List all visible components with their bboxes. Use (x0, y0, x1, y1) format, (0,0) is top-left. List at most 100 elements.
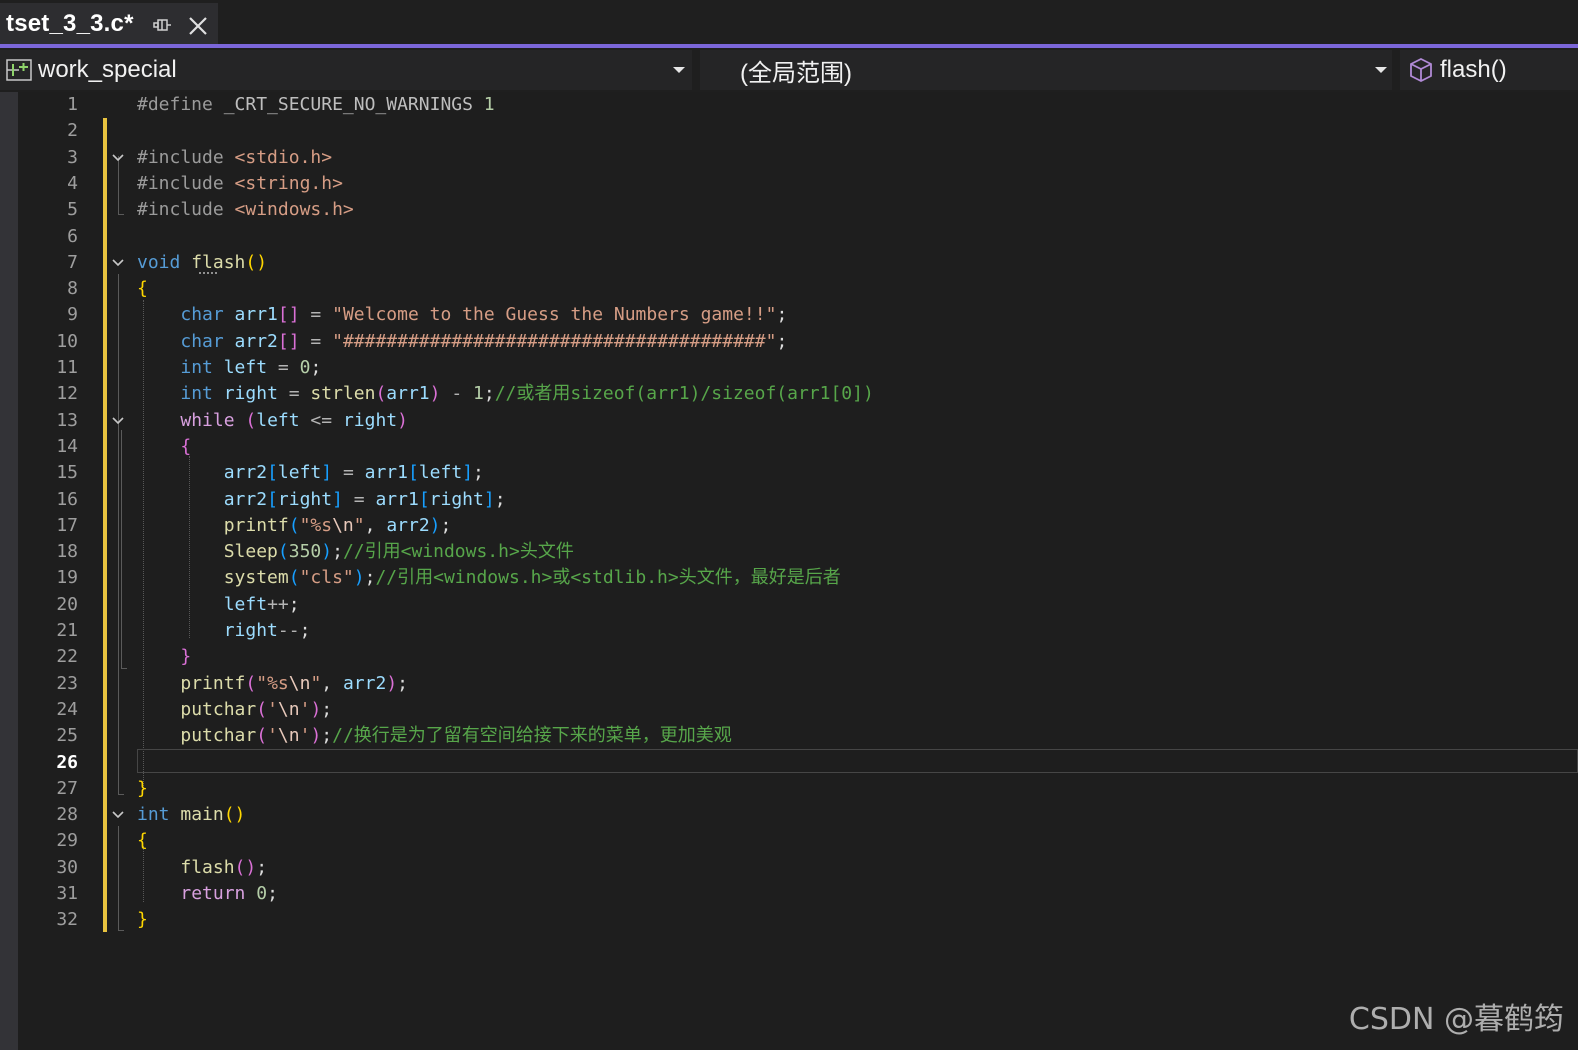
code-line[interactable]: arr2[left] = arr1[left]; (137, 460, 484, 486)
code-token: [] (277, 330, 300, 352)
code-token: ( (245, 672, 257, 694)
code-token: } (137, 909, 148, 931)
code-token: , (364, 514, 387, 536)
code-editor[interactable]: 1 2 3 4 5 6 7 8 9 10 11 12 13 14 15 16 17 18 19 20 21 22 23 24 2… (0, 92, 1578, 1050)
code-line[interactable]: arr2[right] = arr1[right]; (137, 487, 506, 513)
project-dropdown[interactable]: work_special (0, 50, 692, 90)
code-token: ) (310, 698, 322, 720)
code-token: right (223, 383, 278, 405)
code-line[interactable]: { (137, 434, 191, 460)
chevron-down-icon (673, 67, 685, 73)
code-line[interactable]: char arr2[] = "#########################… (137, 329, 787, 355)
code-token: () (223, 804, 246, 826)
code-token: <= (299, 409, 343, 431)
code-token: printf (180, 672, 246, 694)
navigation-bar: work_special (全局范围) flash() (0, 48, 1578, 92)
code-token: \n (288, 672, 311, 694)
code-line[interactable]: return 0; (137, 881, 278, 907)
member-dropdown[interactable]: flash() (1400, 50, 1578, 90)
code-token: ) (321, 541, 333, 563)
code-token: <string.h> (234, 172, 343, 194)
code-line[interactable]: } (137, 644, 191, 670)
scope-dropdown[interactable]: (全局范围) (700, 50, 1392, 90)
line-number: 13 (56, 409, 78, 431)
code-line[interactable]: printf("%s\n", arr2); (137, 671, 408, 697)
code-token: #define (137, 94, 224, 115)
code-token: _CRT_SECURE_NO_WARNINGS (223, 94, 473, 115)
code-token: ( (256, 698, 268, 720)
code-token: 350 (288, 541, 322, 563)
line-number: 15 (56, 462, 78, 484)
chevron-down-icon (1375, 67, 1387, 73)
code-line[interactable]: system("cls");//引用<windows.h>或<stdlib.h>… (137, 565, 841, 591)
line-number: 27 (56, 777, 78, 799)
code-line[interactable]: Sleep(350);//引用<windows.h>头文件 (137, 539, 574, 565)
code-line[interactable]: #include <windows.h> (137, 197, 354, 223)
code-token: { (137, 830, 148, 852)
close-icon[interactable] (187, 15, 209, 37)
outline-line (121, 430, 122, 668)
code-line[interactable]: } (137, 907, 148, 933)
code-token: ( (277, 541, 289, 563)
code-line[interactable]: putchar('\n'); (137, 697, 332, 723)
fold-chevron-down-icon[interactable] (111, 151, 125, 165)
code-line[interactable]: while (left <= right) (137, 408, 408, 434)
fold-chevron-down-icon[interactable] (111, 808, 125, 822)
code-line[interactable]: int left = 0; (137, 355, 321, 381)
code-line[interactable]: { (137, 276, 148, 302)
code-token: ) (429, 383, 441, 405)
code-line[interactable]: flash(); (137, 855, 267, 881)
code-token: //换行是为了留有空间给接下来的菜单，更加美观 (332, 725, 732, 747)
code-line[interactable]: } (137, 776, 148, 802)
code-line[interactable]: char arr1[] = "Welcome to the Guess the … (137, 302, 787, 328)
code-token: [ (407, 462, 419, 484)
line-number: 16 (56, 488, 78, 510)
line-number: 25 (56, 725, 78, 747)
code-line[interactable]: printf("%s\n", arr2); (137, 513, 452, 539)
code-token: ( (256, 725, 268, 747)
code-line[interactable]: right--; (137, 618, 311, 644)
code-token: arr2 (342, 672, 387, 694)
code-token: ) (310, 725, 322, 747)
code-line[interactable]: { (137, 828, 148, 854)
code-token: = (332, 462, 365, 484)
document-tab[interactable]: tset_3_3.c* (0, 3, 218, 44)
code-line[interactable]: void flash() (137, 250, 267, 276)
fold-chevron-down-icon[interactable] (111, 414, 125, 428)
code-token: left (223, 357, 268, 378)
code-token: ) (386, 672, 398, 694)
code-token: ; (364, 567, 376, 589)
line-number: 18 (56, 541, 78, 563)
code-line[interactable]: left++; (137, 592, 300, 618)
code-line[interactable]: #define _CRT_SECURE_NO_WARNINGS 1 (137, 92, 495, 118)
line-number: 4 (67, 172, 78, 194)
fold-chevron-down-icon[interactable] (111, 256, 125, 270)
pin-icon[interactable] (152, 16, 172, 34)
code-token: left (223, 593, 268, 615)
line-number: 10 (56, 330, 78, 352)
code-token: ] (332, 488, 343, 510)
code-line[interactable]: #include <stdio.h> (137, 145, 332, 171)
code-token: ] (462, 462, 474, 484)
code-token: ; (473, 462, 484, 484)
code-token: right (277, 488, 333, 510)
code-line[interactable]: int right = strlen(arr1) - 1;//或者用sizeof… (137, 381, 873, 407)
code-token: ; (310, 357, 322, 378)
code-token: ( (245, 409, 257, 431)
code-token: right (429, 488, 484, 510)
code-line[interactable]: putchar('\n');//换行是为了留有空间给接下来的菜单，更加美观 (137, 723, 732, 749)
code-line[interactable]: int main() (137, 802, 245, 828)
code-token: } (180, 646, 192, 668)
code-line[interactable]: #include <string.h> (137, 171, 343, 197)
code-token: ; (288, 593, 300, 615)
code-token: arr2 (234, 330, 278, 352)
code-token: [ (418, 488, 430, 510)
